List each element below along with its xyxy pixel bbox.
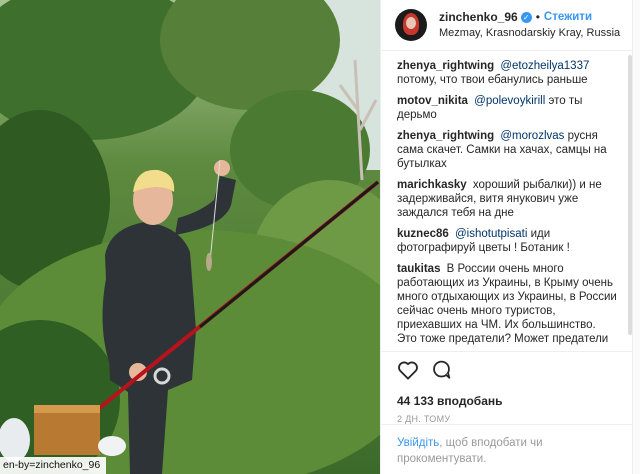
heart-outline-icon[interactable] [397, 360, 419, 385]
comment-text: В России очень много работающих из Украи… [397, 263, 617, 349]
comment-author[interactable]: motov_nikita [397, 95, 468, 107]
comment-mention[interactable]: @etozheilya1337 [500, 60, 589, 72]
post-actions: 44 133 вподобань 2 ДН. ТОМУ [381, 351, 633, 424]
username-link[interactable]: zinchenko_96 [439, 9, 518, 25]
action-icons [397, 360, 617, 384]
comment-author[interactable]: marichkasky [397, 179, 467, 191]
comment-item: zhenya_rightwing @etozheilya1337 потому,… [397, 59, 618, 87]
separator-dot: • [535, 10, 540, 24]
comment-author[interactable]: zhenya_rightwing [397, 60, 494, 72]
post-photo[interactable]: en-by=zinchenko_96 [0, 0, 380, 474]
comment-author[interactable]: zhenya_rightwing [397, 130, 494, 142]
comment-item: motov_nikita @polevoykirill это ты дерьм… [397, 94, 618, 122]
comment-item: kuznec86 @ishotutpisati иди фотографируй… [397, 227, 618, 255]
photo-credit: en-by=zinchenko_96 [0, 457, 107, 474]
verified-badge-icon: ✓ [520, 11, 532, 23]
header-top-row: zinchenko_96 ✓ • Стежити [439, 9, 620, 25]
header-info: zinchenko_96 ✓ • Стежити Mezmay, Krasnod… [439, 9, 620, 41]
comment-author[interactable]: taukitas [397, 263, 440, 275]
comment-mention[interactable]: @morozlvas [500, 130, 564, 142]
post-photo-image [0, 0, 380, 474]
likes-count[interactable]: 44 133 вподобань [397, 394, 617, 408]
comment-mention[interactable]: @polevoykirill [474, 95, 545, 107]
comment-author[interactable]: kuznec86 [397, 228, 449, 240]
location-link[interactable]: Mezmay, Krasnodarskiy Kray, Russia [439, 25, 620, 41]
comment-item: zhenya_rightwing @morozlvas русня сама с… [397, 129, 618, 171]
follow-button[interactable]: Стежити [544, 9, 592, 25]
comment-item: marichkasky хороший рыбалки)) и не задер… [397, 178, 618, 220]
post-timestamp: 2 ДН. ТОМУ [397, 414, 451, 424]
comments-list[interactable]: zhenya_rightwing @etozheilya1337 потому,… [381, 51, 632, 349]
post-sidebar: zinchenko_96 ✓ • Стежити Mezmay, Krasnod… [380, 0, 633, 474]
post-header: zinchenko_96 ✓ • Стежити Mezmay, Krasnod… [381, 0, 632, 51]
comment-bubble-icon[interactable] [431, 359, 452, 385]
comment-text: потому, что твои ебанулись раньше [397, 74, 588, 86]
comment-mention[interactable]: @ishotutpisati [455, 228, 527, 240]
comment-item: taukitas В России очень много работающих… [397, 262, 618, 349]
avatar[interactable] [395, 9, 427, 41]
login-link[interactable]: Увійдіть [397, 437, 439, 449]
login-prompt: Увійдіть, щоб вподобати чи прокоментуват… [381, 424, 633, 474]
page-edge [632, 0, 640, 474]
